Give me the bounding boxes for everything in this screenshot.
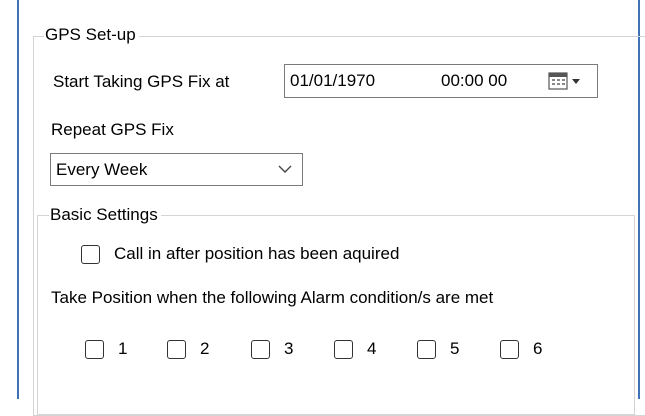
alarm-4-label: 4 bbox=[367, 339, 377, 358]
repeat-gps-fix-value: Every Week bbox=[56, 160, 148, 179]
alarm-2-label: 2 bbox=[200, 339, 210, 358]
alarm-1-checkbox[interactable] bbox=[85, 340, 104, 359]
call-in-checkbox[interactable] bbox=[81, 245, 100, 264]
start-gps-fix-datetime-picker[interactable]: 01/01/1970 00:00 00 bbox=[284, 64, 598, 98]
alarm-conditions-label: Take Position when the following Alarm c… bbox=[51, 288, 494, 307]
alarm-4-checkbox[interactable] bbox=[334, 340, 353, 359]
alarm-5-checkbox[interactable] bbox=[417, 340, 436, 359]
chevron-down-icon bbox=[278, 165, 292, 173]
alarm-6-label: 6 bbox=[533, 339, 543, 358]
repeat-gps-fix-label: Repeat GPS Fix bbox=[51, 120, 174, 139]
gps-setup-title: GPS Set-up bbox=[44, 25, 139, 45]
start-time-value[interactable]: 00:00 00 bbox=[441, 71, 507, 91]
alarm-6-checkbox[interactable] bbox=[500, 340, 519, 359]
calendar-dropdown-button[interactable] bbox=[545, 69, 593, 93]
calendar-icon bbox=[548, 72, 580, 90]
basic-settings-title: Basic Settings bbox=[49, 205, 161, 225]
window-frame: GPS Set-up Start Taking GPS Fix at 01/01… bbox=[17, 0, 645, 416]
repeat-gps-fix-select[interactable]: Every Week bbox=[50, 153, 303, 186]
alarm-3-label: 3 bbox=[284, 339, 294, 358]
start-gps-fix-label: Start Taking GPS Fix at bbox=[53, 72, 230, 91]
alarm-2-checkbox[interactable] bbox=[167, 340, 186, 359]
alarm-1-label: 1 bbox=[118, 339, 128, 358]
call-in-label: Call in after position has been aquired bbox=[114, 244, 400, 263]
alarm-5-label: 5 bbox=[450, 339, 460, 358]
alarm-3-checkbox[interactable] bbox=[251, 340, 270, 359]
start-date-value[interactable]: 01/01/1970 bbox=[290, 71, 375, 91]
